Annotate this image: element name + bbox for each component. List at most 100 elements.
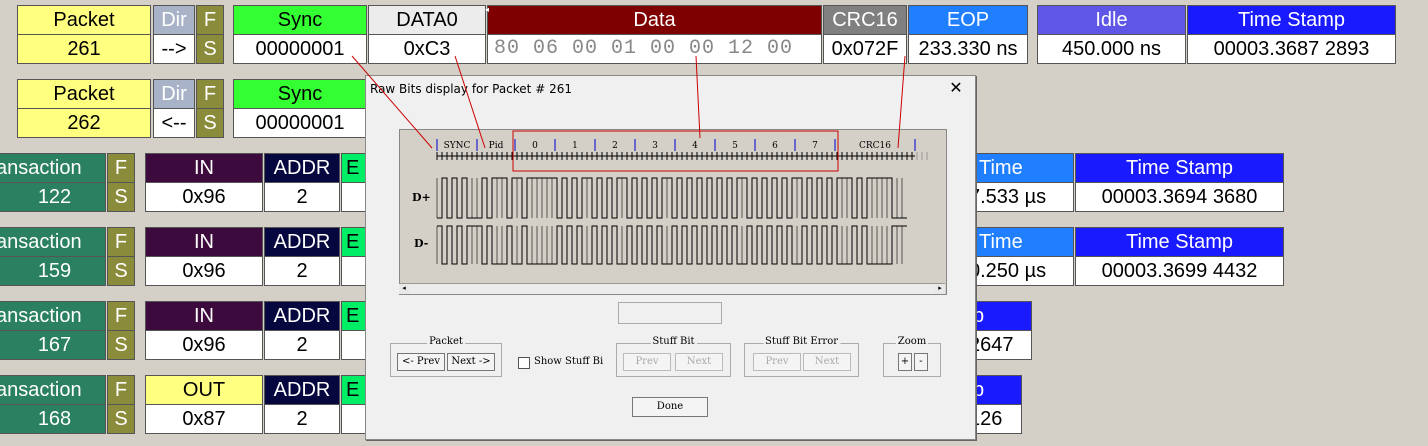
transaction-header: ansaction [0,301,106,331]
transaction-number[interactable]: 122 [0,182,106,212]
transaction-header: ansaction [0,153,106,183]
f-header: F [196,5,224,35]
scroll-left-icon[interactable]: ◂ [399,284,409,294]
scroll-right-icon[interactable]: ▸ [935,284,945,294]
field-label-3: 3 [652,141,658,151]
field-label-2: 2 [612,141,618,151]
addr-header: ADDR [264,375,340,405]
dir-value: --> [153,34,195,64]
packet-nav-group: Packet <- Prev Next -> [390,336,502,377]
timestamp-header: Time Stamp [1187,5,1396,35]
token-header: IN [145,301,263,331]
addr-header: ADDR [264,301,340,331]
stuff-bit-group: Stuff Bit Prev Next [616,336,731,377]
sync-header: Sync [233,5,367,35]
d-plus-label: D+ [412,191,431,204]
addr-value: 2 [264,404,340,434]
field-label-4: 4 [692,141,698,151]
packet-number[interactable]: 262 [17,108,151,138]
dir-header: Dir [153,79,195,109]
packet-number[interactable]: 261 [17,34,151,64]
token-header: IN [145,227,263,257]
eop-value: 233.330 ns [908,34,1028,64]
transaction-header: ansaction [0,227,106,257]
stuff-bit-next-button[interactable]: Next [675,353,723,371]
horizontal-scrollbar[interactable]: ◂ ▸ [399,283,945,294]
packet-header: Packet [17,5,151,35]
show-stuff-bits-checkbox[interactable] [518,357,530,369]
addr-value: 2 [264,182,340,212]
dir-value: <-- [153,108,195,138]
dir-header: Dir [153,5,195,35]
transaction-number[interactable]: 159 [0,256,106,286]
stuff-error-next-button[interactable]: Next [803,353,851,371]
zoom-out-button[interactable]: - [914,353,928,371]
eop-header: EOP [908,5,1028,35]
stuff-bit-error-label: Stuff Bit Error [763,336,840,347]
f-value: S [107,256,135,286]
token-header: IN [145,153,263,183]
time-value: 0.250 µs [960,256,1074,286]
stuff-error-prev-button[interactable]: Prev [753,353,801,371]
transaction-header: ansaction [0,375,106,405]
addr-value: 2 [264,256,340,286]
timestamp-value: 00003.3699 4432 [1075,256,1284,286]
f-header: F [107,375,135,405]
close-icon[interactable]: ✕ [947,80,965,98]
time-value: 7.533 µs [960,182,1074,212]
time-header: Time [960,227,1074,257]
zoom-in-button[interactable]: + [898,353,912,371]
field-label-5: 5 [732,141,738,151]
idle-value: 450.000 ns [1037,34,1186,64]
field-label-sync: SYNC [444,141,471,151]
packet-group-label: Packet [427,336,465,347]
waveform-view[interactable]: SYNC Pid 0 1 2 3 4 5 6 7 CRC16 D+ D- [399,129,947,295]
timestamp-value: 00003.3687 2893 [1187,34,1396,64]
sync-header: Sync [233,79,367,109]
timestamp-header: Time Stamp [1075,153,1284,183]
transaction-number[interactable]: 167 [0,330,106,360]
f-value: S [107,182,135,212]
packet-header: Packet [17,79,151,109]
addr-header: ADDR [264,227,340,257]
time-header: Time [960,153,1074,183]
idle-header: Idle [1037,5,1186,35]
transaction-number[interactable]: 168 [0,404,106,434]
field-label-pid: Pid [489,141,504,151]
token-value: 0x96 [145,182,263,212]
waveform-canvas: SYNC Pid 0 1 2 3 4 5 6 7 CRC16 D+ D- [412,139,928,265]
stuff-bit-error-group: Stuff Bit Error Prev Next [744,336,859,377]
timestamp-header: Time Stamp [1075,227,1284,257]
field-label-1: 1 [572,141,578,151]
timestamp-value: 00003.3694 3680 [1075,182,1284,212]
f-header: F [107,301,135,331]
show-stuff-bits-label: Show Stuff Bi [534,356,604,367]
sync-value: 00000001 [233,108,367,138]
stuff-bit-prev-button[interactable]: Prev [623,353,671,371]
prev-packet-button[interactable]: <- Prev [397,353,445,371]
f-value: S [196,34,224,64]
d-minus-label: D- [414,237,428,250]
field-label-crc16: CRC16 [859,141,891,151]
token-header: OUT [145,375,263,405]
left-arrow-icon: ◂ [485,5,490,14]
raw-bits-dialog: Raw Bits display for Packet # 261 ✕ SYNC… [365,75,976,440]
zoom-label: Zoom [895,336,929,347]
token-value: 0x96 [145,256,263,286]
token-value: 0x96 [145,330,263,360]
field-label-0: 0 [532,141,538,151]
crc16-header: CRC16 [823,5,907,35]
field-label-6: 6 [772,141,778,151]
pid-value: 0xC3 [368,34,486,64]
f-value: S [196,108,224,138]
f-header: F [196,79,224,109]
f-header: F [107,227,135,257]
sync-value: 00000001 [233,34,367,64]
f-header: F [107,153,135,183]
dialog-title: Raw Bits display for Packet # 261 [370,82,572,96]
data-header: Data [487,5,822,35]
done-button[interactable]: Done [632,397,708,417]
field-label-7: 7 [812,141,818,151]
next-packet-button[interactable]: Next -> [447,353,495,371]
addr-value: 2 [264,330,340,360]
